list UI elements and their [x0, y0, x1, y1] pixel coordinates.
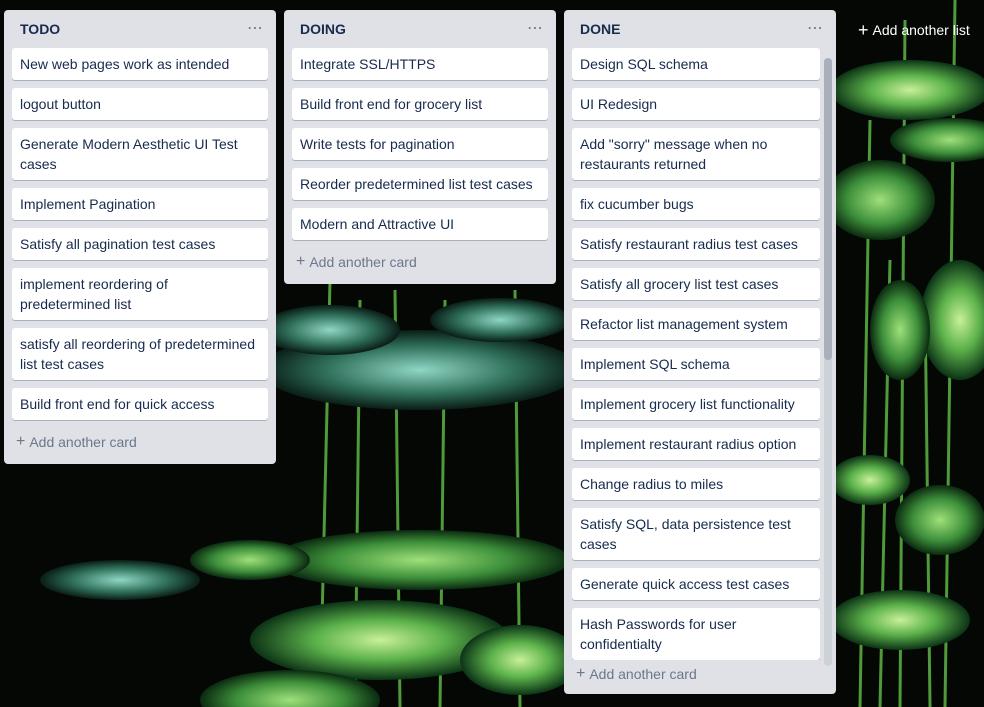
card[interactable]: implement reordering of predetermined li…	[12, 268, 268, 320]
plus-icon: +	[296, 253, 306, 270]
card[interactable]: satisfy all reordering of predetermined …	[12, 328, 268, 380]
list-header: TODO ⋯	[4, 10, 276, 48]
card[interactable]: New web pages work as intended	[12, 48, 268, 80]
add-card-label: Add another card	[29, 434, 137, 450]
card-list: Integrate SSL/HTTPS Build front end for …	[284, 48, 556, 240]
card-list: Design SQL schema UI Redesign Add "sorry…	[564, 48, 836, 660]
list-todo: TODO ⋯ New web pages work as intended lo…	[4, 10, 276, 464]
card[interactable]: Refactor list management system	[572, 308, 820, 340]
add-card-button[interactable]: + Add another card	[564, 658, 836, 690]
card[interactable]: Build front end for grocery list	[292, 88, 548, 120]
add-card-label: Add another card	[589, 666, 697, 682]
card[interactable]: Change radius to miles	[572, 468, 820, 500]
list-header: DONE ⋯	[564, 10, 836, 48]
list-title[interactable]: DOING	[300, 21, 346, 37]
card[interactable]: logout button	[12, 88, 268, 120]
card[interactable]: Modern and Attractive UI	[292, 208, 548, 240]
list-title[interactable]: DONE	[580, 21, 620, 37]
list-title[interactable]: TODO	[20, 21, 60, 37]
list-done: DONE ⋯ Design SQL schema UI Redesign Add…	[564, 10, 836, 694]
plus-icon: +	[576, 665, 586, 682]
plus-icon: +	[858, 20, 869, 40]
card[interactable]: Implement restaurant radius option	[572, 428, 820, 460]
card[interactable]: Add "sorry" message when no restaurants …	[572, 128, 820, 180]
card[interactable]: Integrate SSL/HTTPS	[292, 48, 548, 80]
list-menu-icon[interactable]: ⋯	[243, 19, 268, 39]
card[interactable]: Generate Modern Aesthetic UI Test cases	[12, 128, 268, 180]
card[interactable]: UI Redesign	[572, 88, 820, 120]
card[interactable]: Design SQL schema	[572, 48, 820, 80]
add-card-button[interactable]: + Add another card	[284, 246, 556, 278]
list-menu-icon[interactable]: ⋯	[523, 19, 548, 39]
card[interactable]: Implement SQL schema	[572, 348, 820, 380]
card[interactable]: Build front end for quick access	[12, 388, 268, 420]
card[interactable]: Satisfy restaurant radius test cases	[572, 228, 820, 260]
list-doing: DOING ⋯ Integrate SSL/HTTPS Build front …	[284, 10, 556, 284]
card-list: New web pages work as intended logout bu…	[4, 48, 276, 420]
add-card-button[interactable]: + Add another card	[4, 426, 276, 458]
card[interactable]: Generate quick access test cases	[572, 568, 820, 600]
card[interactable]: Implement Pagination	[12, 188, 268, 220]
plus-icon: +	[16, 433, 26, 450]
add-list-label: Add another list	[872, 22, 970, 38]
card[interactable]: Write tests for pagination	[292, 128, 548, 160]
card[interactable]: Satisfy all grocery list test cases	[572, 268, 820, 300]
add-card-label: Add another card	[309, 254, 417, 270]
list-menu-icon[interactable]: ⋯	[803, 19, 828, 39]
list-scrollbar[interactable]	[824, 58, 832, 666]
add-list-button[interactable]: + Add another list	[858, 18, 970, 42]
list-header: DOING ⋯	[284, 10, 556, 48]
card[interactable]: Satisfy all pagination test cases	[12, 228, 268, 260]
card[interactable]: Hash Passwords for user confidentialty	[572, 608, 820, 660]
card[interactable]: fix cucumber bugs	[572, 188, 820, 220]
card[interactable]: Reorder predetermined list test cases	[292, 168, 548, 200]
scrollbar-thumb[interactable]	[824, 58, 832, 360]
card[interactable]: Implement grocery list functionality	[572, 388, 820, 420]
card[interactable]: Satisfy SQL, data persistence test cases	[572, 508, 820, 560]
